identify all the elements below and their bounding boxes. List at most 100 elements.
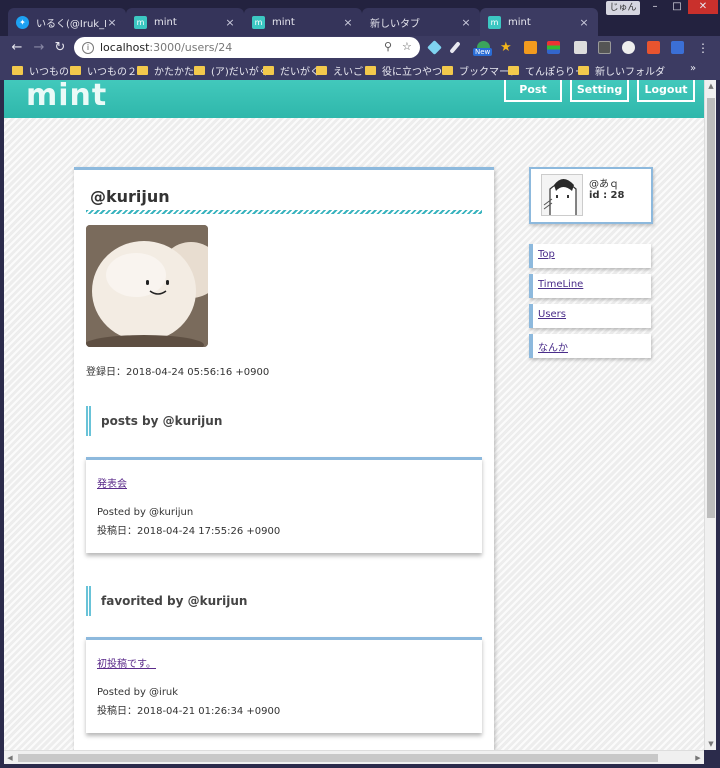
post-author: Posted by @kurijun	[97, 507, 194, 518]
bookmark-folder[interactable]: いつもの２	[70, 63, 137, 78]
post-date: 投稿日：2018-04-24 17:55:26 +0900	[97, 526, 281, 537]
favorite-card: 初投稿です。 Posted by @iruk 投稿日：2018-04-21 01…	[86, 637, 482, 733]
menu-icon[interactable]: ⋮	[694, 39, 712, 57]
tab-close-icon[interactable]: ×	[106, 16, 118, 29]
scrollbar-thumb[interactable]	[18, 754, 658, 762]
scroll-left-icon[interactable]: ◀	[4, 751, 16, 765]
folder-icon	[578, 66, 589, 75]
browser-toolbar: ← → ↻ i localhost:3000/users/24 ⚲ ☆ New …	[0, 36, 720, 59]
browser-tab[interactable]: 新しいタブ ×	[362, 8, 480, 36]
window-extension-icon[interactable]	[598, 41, 611, 54]
info-icon[interactable]: i	[82, 41, 94, 54]
posts-section-heading: posts by @kurijun	[86, 406, 222, 436]
twitter-icon: ✦	[16, 15, 29, 29]
browser-tab[interactable]: m mint ×	[244, 8, 362, 36]
tab-title: 新しいタブ	[370, 18, 420, 30]
folder-icon	[263, 66, 274, 75]
bookmark-folder[interactable]: てんぽらりー	[508, 63, 585, 78]
bookmark-folder[interactable]: えいご	[316, 63, 363, 78]
sidebar-item-label: TimeLine	[538, 279, 584, 290]
page-title: @kurijun	[90, 187, 170, 206]
diamond-extension-icon[interactable]	[427, 40, 442, 55]
window-close-icon[interactable]: ✕	[688, 0, 718, 14]
folder-icon	[365, 66, 376, 75]
scroll-down-icon[interactable]: ▼	[705, 738, 717, 750]
forward-icon[interactable]: →	[30, 39, 48, 57]
mint-favicon-icon: m	[134, 15, 147, 29]
tab-close-icon[interactable]: ×	[578, 16, 590, 29]
sidebar-item-timeline[interactable]: TimeLine	[529, 274, 651, 298]
browser-tab[interactable]: m mint ×	[126, 8, 244, 36]
browser-tab[interactable]: ✦ いるく(@Iruk_Nuj)さん ×	[8, 8, 126, 36]
sidebar-item-users[interactable]: Users	[529, 304, 651, 328]
url-path: :3000/users/24	[149, 41, 233, 54]
folder-icon	[442, 66, 453, 75]
address-bar[interactable]: i localhost:3000/users/24 ⚲ ☆	[74, 37, 420, 58]
maximize-icon[interactable]: □	[666, 0, 688, 14]
new-badge: New	[473, 48, 493, 56]
bookmark-folder[interactable]: 役に立つやつ	[365, 63, 442, 78]
tab-title: mint	[154, 16, 177, 28]
folder-icon	[137, 66, 148, 75]
browser-tab-active[interactable]: m mint ×	[480, 8, 598, 36]
logout-button[interactable]: Logout	[637, 80, 695, 102]
zoom-search-icon[interactable]: ⚲	[384, 40, 392, 53]
post-link[interactable]: 初投稿です。	[97, 655, 156, 670]
notes-extension-icon[interactable]	[524, 41, 537, 54]
folder-icon	[70, 66, 81, 75]
back-icon[interactable]: ←	[8, 39, 26, 57]
percent-extension-icon[interactable]	[647, 41, 660, 54]
scroll-right-icon[interactable]: ▶	[692, 751, 704, 765]
mint-favicon-icon: m	[252, 15, 265, 29]
pen-extension-icon[interactable]	[449, 41, 461, 54]
translate-extension-icon[interactable]	[671, 41, 684, 54]
browser-tab-bar: ✦ いるく(@Iruk_Nuj)さん × m mint × m mint × 新…	[0, 0, 720, 36]
post-link[interactable]: 発表会	[97, 475, 127, 490]
bookmark-folder[interactable]: (ア)だいがく	[194, 63, 269, 78]
folder-icon	[12, 66, 23, 75]
sidebar-item-nanka[interactable]: なんか	[529, 334, 651, 358]
bookmark-folder[interactable]: かたかた	[137, 63, 194, 78]
folder-icon	[194, 66, 205, 75]
bookmark-folder[interactable]: いつもの	[12, 63, 69, 78]
post-card: 発表会 Posted by @kurijun 投稿日：2018-04-24 17…	[86, 457, 482, 553]
minimize-icon[interactable]: –	[644, 0, 666, 14]
horizontal-scrollbar[interactable]: ◀ ▶	[4, 750, 704, 764]
avatar-image	[542, 175, 582, 215]
title-divider	[86, 210, 482, 214]
sidebar-item-top[interactable]: Top	[529, 244, 651, 268]
site-logo[interactable]: mint	[26, 80, 107, 113]
cloud-extension-icon[interactable]	[622, 41, 635, 54]
folder-icon	[508, 66, 519, 75]
favorites-section-heading: favorited by @kurijun	[86, 586, 247, 616]
tab-close-icon[interactable]: ×	[460, 16, 472, 29]
profile-chip[interactable]: じゅん	[606, 1, 640, 15]
page-viewport: mint Post Setting Logout @kurijun 登録日：20…	[4, 80, 704, 750]
bookmark-folder[interactable]: だいがく	[263, 63, 320, 78]
tab-close-icon[interactable]: ×	[224, 16, 236, 29]
scroll-up-icon[interactable]: ▲	[705, 80, 717, 92]
bookmarks-overflow-icon[interactable]: »	[690, 63, 696, 74]
vertical-scrollbar[interactable]: ▲ ▼	[704, 80, 716, 750]
sidebar-item-label: なんか	[538, 343, 568, 354]
download-extension-icon[interactable]	[574, 41, 587, 54]
url-host: localhost	[100, 41, 150, 54]
reload-icon[interactable]: ↻	[51, 39, 69, 57]
tab-title: mint	[508, 16, 531, 28]
mint-favicon-icon: m	[488, 15, 501, 29]
current-user-card[interactable]: @あｑ id : 28	[529, 167, 653, 224]
post-button[interactable]: Post	[504, 80, 562, 102]
tab-close-icon[interactable]: ×	[342, 16, 354, 29]
palette-extension-icon[interactable]	[547, 41, 560, 54]
setting-button[interactable]: Setting	[570, 80, 629, 102]
site-header: mint Post Setting Logout	[4, 80, 704, 118]
bookmark-folder[interactable]: 新しいフォルダ	[578, 63, 665, 78]
user-profile-panel: @kurijun 登録日：2018-04-24 05:56:16 +0900 p…	[74, 167, 494, 750]
avatar-image	[86, 225, 208, 347]
bookmark-star-icon[interactable]: ☆	[402, 40, 412, 53]
sidebar-item-label: Top	[538, 249, 555, 260]
scrollbar-thumb[interactable]	[707, 98, 715, 518]
current-user-handle: @あｑ	[589, 179, 619, 190]
star-extension-icon[interactable]: ★	[500, 41, 513, 54]
post-date: 投稿日：2018-04-21 01:26:34 +0900	[97, 706, 281, 717]
